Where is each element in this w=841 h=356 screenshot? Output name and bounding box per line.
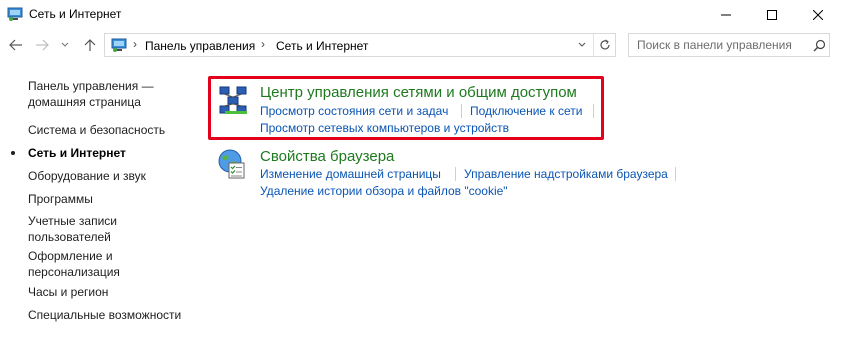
delete-browsing-history-link[interactable]: Удаление истории обзора и файлов "cookie… <box>260 184 508 198</box>
minimize-button[interactable] <box>703 0 749 30</box>
breadcrumb-separator[interactable]: › <box>133 37 137 51</box>
chevron-down-icon <box>61 42 69 47</box>
breadcrumb-control-panel[interactable]: Панель управления <box>145 39 255 53</box>
internet-options-link[interactable]: Свойства браузера <box>260 148 394 165</box>
arrow-right-icon <box>36 39 49 51</box>
address-dropdown-button[interactable] <box>573 34 591 56</box>
breadcrumb-network-internet[interactable]: Сеть и Интернет <box>276 39 368 53</box>
search-box[interactable] <box>628 33 830 57</box>
sidebar-item-user-accounts[interactable]: Учетные записи пользователей <box>28 213 138 245</box>
back-button[interactable] <box>6 32 26 58</box>
refresh-icon <box>599 39 610 50</box>
window-title: Сеть и Интернет <box>29 7 122 21</box>
forward-button[interactable] <box>32 32 52 58</box>
internet-options-icon <box>216 148 248 180</box>
manage-addons-link[interactable]: Управление надстройками браузера <box>464 167 668 181</box>
up-button[interactable] <box>80 32 100 58</box>
control-panel-icon <box>7 7 23 21</box>
search-icon[interactable] <box>809 34 829 56</box>
sidebar-item-network-internet[interactable]: Сеть и Интернет <box>28 145 198 161</box>
chevron-down-icon <box>578 42 586 47</box>
sidebar-item-hardware-sound[interactable]: Оборудование и звук <box>28 168 198 184</box>
link-separator <box>675 167 676 181</box>
change-home-page-link[interactable]: Изменение домашней страницы <box>260 167 441 181</box>
link-separator <box>455 167 456 181</box>
refresh-button[interactable] <box>593 34 615 56</box>
sidebar-item-programs[interactable]: Программы <box>28 191 198 207</box>
highlight-box <box>208 76 604 140</box>
arrow-left-icon <box>9 39 22 51</box>
arrow-up-icon <box>84 39 96 51</box>
sidebar-item-system-security[interactable]: Система и безопасность <box>28 122 198 138</box>
sidebar-item-appearance[interactable]: Оформление и персонализация <box>28 248 168 280</box>
recent-locations-button[interactable] <box>58 32 72 58</box>
control-panel-icon <box>111 38 127 52</box>
address-bar[interactable]: › Панель управления › Сеть и Интернет <box>104 33 616 57</box>
sidebar-item-ease-of-access[interactable]: Специальные возможности <box>28 307 198 323</box>
sidebar-item-clock-region[interactable]: Часы и регион <box>28 284 198 300</box>
maximize-button[interactable] <box>749 0 795 30</box>
search-input[interactable] <box>629 34 807 56</box>
current-page-bullet <box>11 151 15 155</box>
sidebar-item-control-panel-home[interactable]: Панель управления — домашняя страница <box>28 78 198 110</box>
navigation-bar: › Панель управления › Сеть и Интернет <box>0 32 841 58</box>
breadcrumb-separator[interactable]: › <box>261 37 265 51</box>
title-bar: Сеть и Интернет <box>0 0 841 30</box>
close-button[interactable] <box>795 0 841 30</box>
